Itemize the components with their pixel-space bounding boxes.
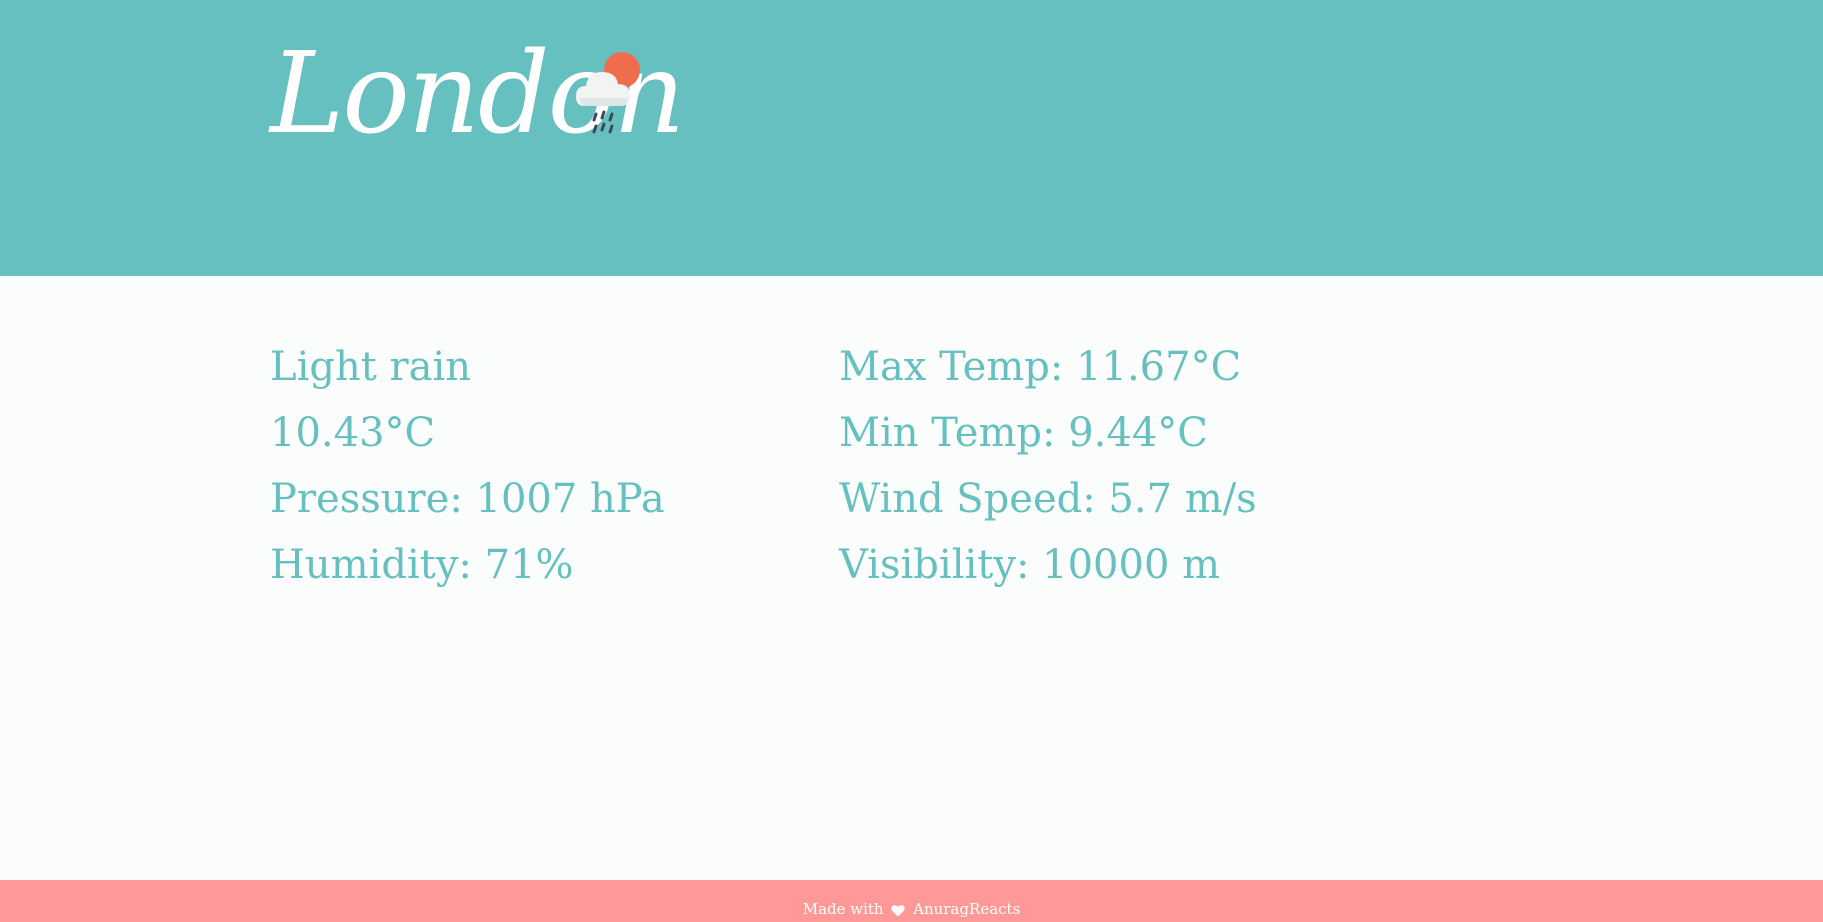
humidity: Humidity: 71%	[270, 542, 574, 588]
weather-details-left: Light rain 10.43°C Pressure: 1007 hPa Hu…	[270, 334, 665, 598]
pressure: Pressure: 1007 hPa	[270, 476, 665, 522]
cloud-rain-sun-icon	[576, 52, 640, 134]
visibility: Visibility: 10000 m	[839, 542, 1221, 588]
weather-details: Light rain 10.43°C Pressure: 1007 hPa Hu…	[0, 276, 1823, 880]
weather-description: Light rain	[270, 344, 472, 390]
footer: Made with AnuragReacts	[0, 880, 1823, 922]
footer-author[interactable]: AnuragReacts	[913, 900, 1020, 918]
header-banner: London	[0, 0, 1823, 276]
wind-speed: Wind Speed: 5.7 m/s	[839, 476, 1257, 522]
footer-prefix: Made with	[802, 900, 884, 918]
current-temperature: 10.43°C	[270, 410, 436, 456]
min-temperature: Min Temp: 9.44°C	[839, 410, 1208, 456]
max-temperature: Max Temp: 11.67°C	[839, 344, 1242, 390]
heart-icon	[891, 904, 906, 916]
weather-details-right: Max Temp: 11.67°C Min Temp: 9.44°C Wind …	[839, 334, 1257, 598]
